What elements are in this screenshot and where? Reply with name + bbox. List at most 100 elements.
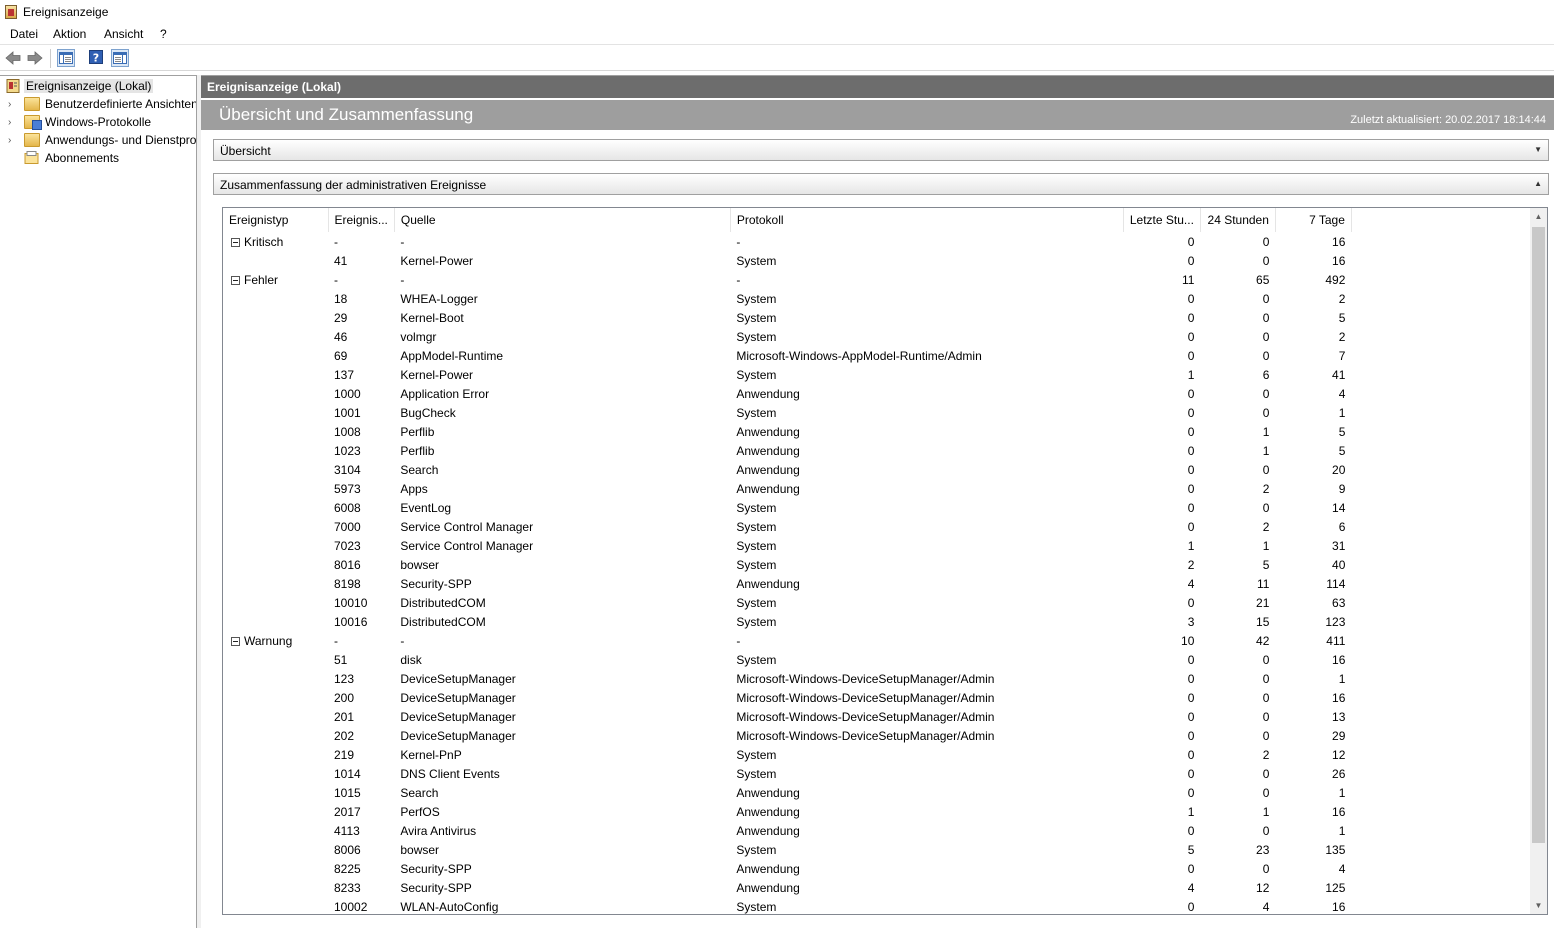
table-row[interactable]: Fehler - - - 11 65 492 xyxy=(223,270,1535,289)
col-header-event-id[interactable]: Ereignis... xyxy=(328,208,395,232)
table-row[interactable]: 4113 Avira Antivirus Anwendung 0 0 1 xyxy=(223,821,1535,840)
table-row[interactable]: 1000 Application Error Anwendung 0 0 4 xyxy=(223,384,1535,403)
table-row[interactable]: 219 Kernel-PnP System 0 2 12 xyxy=(223,745,1535,764)
table-row[interactable]: 1015 Search Anwendung 0 0 1 xyxy=(223,783,1535,802)
table-row[interactable]: 1014 DNS Client Events System 0 0 26 xyxy=(223,764,1535,783)
table-row[interactable]: Warnung - - - 10 42 411 xyxy=(223,631,1535,650)
table-row[interactable]: 8016 bowser System 2 5 40 xyxy=(223,555,1535,574)
cell-24-hours: 2 xyxy=(1262,747,1270,762)
menu-datei[interactable]: Datei xyxy=(10,27,38,41)
expand-chevron-icon[interactable]: › xyxy=(8,100,16,110)
table-row[interactable]: 46 volmgr System 0 0 2 xyxy=(223,327,1535,346)
cell-log: Anwendung xyxy=(736,424,800,439)
table-row[interactable]: 1008 Perflib Anwendung 0 1 5 xyxy=(223,422,1535,441)
col-header-log[interactable]: Protokoll xyxy=(730,208,1124,232)
cell-log: Microsoft-Windows-DeviceSetupManager/Adm… xyxy=(736,709,995,724)
cell-event-type xyxy=(223,821,328,840)
cell-filler xyxy=(1351,764,1535,783)
cell-log: - xyxy=(736,272,741,287)
chevron-up-icon[interactable]: ▲ xyxy=(1534,179,1542,188)
table-row[interactable]: 7000 Service Control Manager System 0 2 6 xyxy=(223,517,1535,536)
table-row[interactable]: 5973 Apps Anwendung 0 2 9 xyxy=(223,479,1535,498)
cell-log: System xyxy=(736,538,777,553)
cell-filler xyxy=(1351,289,1535,308)
table-row[interactable]: 200 DeviceSetupManager Microsoft-Windows-D… xyxy=(223,688,1535,707)
col-header-24-hours[interactable]: 24 Stunden xyxy=(1200,208,1276,232)
event-type-label: Fehler xyxy=(244,272,279,287)
cell-log: Anwendung xyxy=(736,823,800,838)
table-row[interactable]: 6008 EventLog System 0 0 14 xyxy=(223,498,1535,517)
table-row[interactable]: 8225 Security-SPP Anwendung 0 0 4 xyxy=(223,859,1535,878)
tree-item-windows-logs[interactable]: › Windows-Protokolle xyxy=(0,114,196,132)
table-row[interactable]: 137 Kernel-Power System 1 6 41 xyxy=(223,365,1535,384)
table-row[interactable]: 10010 DistributedCOM System 0 21 63 xyxy=(223,593,1535,612)
scroll-up-arrow-icon[interactable]: ▲ xyxy=(1530,208,1547,225)
cell-event-id: - xyxy=(334,633,338,648)
cell-source: - xyxy=(400,633,405,648)
table-row[interactable]: 69 AppModel-Runtime Microsoft-Windows-AppM… xyxy=(223,346,1535,365)
table-row[interactable]: 2017 PerfOS Anwendung 1 1 16 xyxy=(223,802,1535,821)
cell-event-type xyxy=(223,498,328,517)
collapse-minus-icon[interactable] xyxy=(231,636,240,646)
table-row[interactable]: 8233 Security-SPP Anwendung 4 12 125 xyxy=(223,878,1535,897)
cell-filler xyxy=(1351,308,1535,327)
cell-filler xyxy=(1351,593,1535,612)
table-row[interactable]: 41 Kernel-Power System 0 0 16 xyxy=(223,251,1535,270)
tree-item-app-service-logs[interactable]: › Anwendungs- und Dienstprotokolle xyxy=(0,132,196,150)
col-header-event-type[interactable]: Ereignistyp xyxy=(223,208,329,232)
table-row[interactable]: 29 Kernel-Boot System 0 0 5 xyxy=(223,308,1535,327)
collapse-minus-icon[interactable] xyxy=(231,275,240,285)
section-overview[interactable]: Übersicht ▼ xyxy=(213,139,1549,161)
chevron-down-icon[interactable]: ▼ xyxy=(1534,145,1542,154)
table-row[interactable]: 8006 bowser System 5 23 135 xyxy=(223,840,1535,859)
table-row[interactable]: 18 WHEA-Logger System 0 0 2 xyxy=(223,289,1535,308)
table-row[interactable]: 51 disk System 0 0 16 xyxy=(223,650,1535,669)
expand-chevron-icon[interactable]: › xyxy=(8,136,16,146)
tree-item-root[interactable]: Ereignisanzeige (Lokal) xyxy=(0,78,196,96)
menu-ansicht[interactable]: Ansicht xyxy=(104,27,143,41)
back-arrow-icon[interactable] xyxy=(4,49,22,67)
table-row[interactable]: 123 DeviceSetupManager Microsoft-Windows-D… xyxy=(223,669,1535,688)
cell-event-type xyxy=(223,593,328,612)
table-row[interactable]: 7023 Service Control Manager System 1 1 31 xyxy=(223,536,1535,555)
cell-filler xyxy=(1351,517,1535,536)
vertical-scrollbar[interactable]: ▲ ▼ xyxy=(1530,208,1547,914)
expand-chevron-icon[interactable]: › xyxy=(8,118,16,128)
table-row[interactable]: 8198 Security-SPP Anwendung 4 11 114 xyxy=(223,574,1535,593)
table-row[interactable]: 10016 DistributedCOM System 3 15 123 xyxy=(223,612,1535,631)
col-header-7-days[interactable]: 7 Tage xyxy=(1275,208,1352,232)
show-hide-action-pane-icon[interactable] xyxy=(111,49,129,67)
cell-7-days: 20 xyxy=(1332,462,1346,477)
cell-source: Security-SPP xyxy=(400,576,472,591)
cell-last-hour: 0 xyxy=(1187,500,1195,515)
table-row[interactable]: 3104 Search Anwendung 0 0 20 xyxy=(223,460,1535,479)
show-hide-console-tree-icon[interactable] xyxy=(57,49,75,67)
help-icon[interactable]: ? xyxy=(88,49,106,67)
cell-filler xyxy=(1351,669,1535,688)
cell-log: Anwendung xyxy=(736,386,800,401)
table-row[interactable]: Kritisch - - - 0 0 16 xyxy=(223,232,1535,251)
section-summary[interactable]: Zusammenfassung der administrativen Erei… xyxy=(213,173,1549,195)
cell-event-id: 10002 xyxy=(334,899,368,914)
cell-filler xyxy=(1351,251,1535,270)
col-header-source[interactable]: Quelle xyxy=(394,208,731,232)
table-row[interactable]: 202 DeviceSetupManager Microsoft-Windows-D… xyxy=(223,726,1535,745)
tree-item-custom-views[interactable]: › Benutzerdefinierte Ansichten xyxy=(0,96,196,114)
table-row[interactable]: 1001 BugCheck System 0 0 1 xyxy=(223,403,1535,422)
menu-aktion[interactable]: Aktion xyxy=(53,27,86,41)
cell-7-days: 12 xyxy=(1332,747,1346,762)
table-row[interactable]: 10002 WLAN-AutoConfig System 0 4 16 xyxy=(223,897,1535,914)
forward-arrow-icon[interactable] xyxy=(26,49,44,67)
menu-help[interactable]: ? xyxy=(160,27,167,41)
overview-banner: Übersicht und Zusammenfassung Zuletzt ak… xyxy=(201,100,1554,130)
table-row[interactable]: 1023 Perflib Anwendung 0 1 5 xyxy=(223,441,1535,460)
cell-24-hours: 1 xyxy=(1262,538,1270,553)
tree-item-subscriptions[interactable]: Abonnements xyxy=(0,150,196,168)
cell-7-days: 40 xyxy=(1332,557,1346,572)
scroll-down-arrow-icon[interactable]: ▼ xyxy=(1530,897,1547,914)
col-header-last-hour[interactable]: Letzte Stu... xyxy=(1123,208,1201,232)
scroll-thumb[interactable] xyxy=(1532,227,1545,843)
table-row[interactable]: 201 DeviceSetupManager Microsoft-Windows-D… xyxy=(223,707,1535,726)
cell-filler xyxy=(1351,802,1535,821)
collapse-minus-icon[interactable] xyxy=(231,237,240,247)
